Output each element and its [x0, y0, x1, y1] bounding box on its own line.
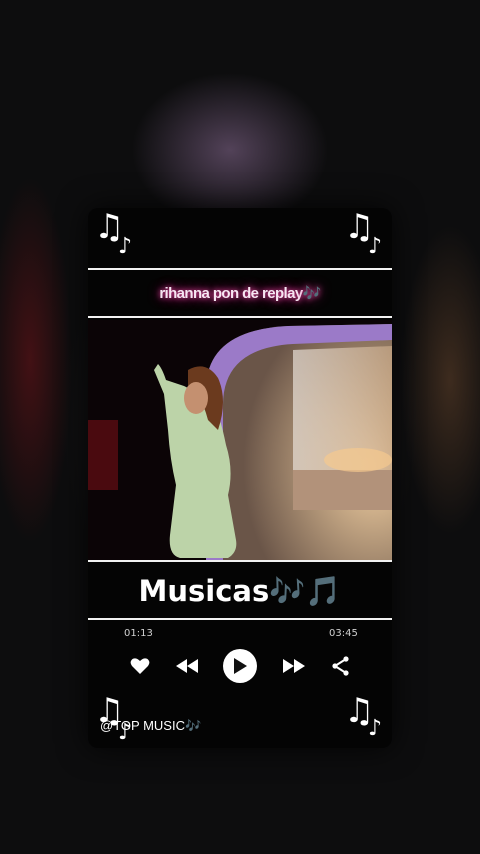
title-notes-icon: 🎶: [302, 285, 322, 302]
brand-notes-icon: 🎶🎵: [269, 574, 342, 608]
handle-notes-icon: 🎶: [184, 718, 202, 733]
music-note-small-icon: ♪: [368, 234, 383, 259]
rewind-icon: [176, 659, 198, 673]
forward-button[interactable]: [279, 651, 309, 681]
divider: [88, 618, 392, 620]
song-title-text: rihanna pon de replay: [159, 285, 303, 302]
play-button[interactable]: [223, 649, 257, 683]
divider: [88, 268, 392, 270]
music-note-small-icon: ♪: [368, 716, 383, 741]
album-art: [88, 320, 392, 560]
divider: [88, 316, 392, 318]
divider: [88, 560, 392, 562]
share-icon: [332, 656, 349, 676]
music-note-small-icon: ♪: [118, 234, 133, 259]
brand-text: Musicas: [138, 574, 270, 608]
brand-title: Musicas🎶🎵: [88, 574, 392, 609]
handle-text: @TOP MUSIC: [100, 718, 185, 733]
play-icon: [234, 658, 247, 674]
fast-forward-icon: [283, 659, 305, 673]
total-duration: 03:45: [329, 628, 358, 639]
like-button[interactable]: [125, 651, 155, 681]
channel-handle: @TOP MUSIC🎶: [100, 718, 201, 734]
elapsed-time: 01:13: [124, 628, 153, 639]
heart-icon: [130, 658, 150, 674]
music-player-card: ♫ ♪ ♫ ♪ rihanna pon de replay🎶 Musicas🎶🎵…: [88, 208, 392, 748]
rewind-button[interactable]: [172, 651, 202, 681]
share-button[interactable]: [326, 651, 356, 681]
song-title: rihanna pon de replay🎶: [88, 284, 392, 302]
